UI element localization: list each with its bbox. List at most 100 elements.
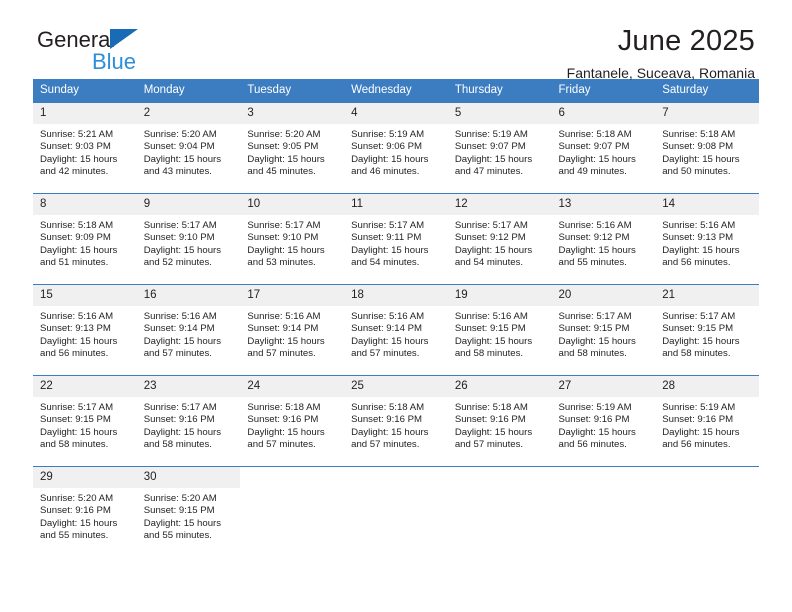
day-info-sunrise: Sunrise: 5:21 AM — [40, 129, 114, 140]
day-info-sunset: Sunset: 9:04 PM — [143, 141, 215, 153]
day-sun-info: Sunrise: 5:16 AM Sunset: 9:13 PM Daylight:… — [655, 215, 759, 270]
day-info-daylight2: and 58 minutes. — [143, 439, 212, 451]
day-info-sunrise: Sunrise: 5:18 AM — [454, 402, 528, 413]
day-cell-inner: 17 Sunrise: 5:16 AM Sunset: 9:14 PM Dayligh… — [240, 285, 345, 375]
calendar-day-cell[interactable]: 24 Sunrise: 5:18 AM Sunset: 9:16 PM Dayligh… — [240, 375, 345, 467]
day-info-sunrise: Sunrise: 5:16 AM — [351, 311, 425, 322]
day-info-sunset: Sunset: 9:12 PM — [454, 232, 526, 244]
day-cell-inner — [655, 467, 759, 557]
calendar-day-cell[interactable]: 10 Sunrise: 5:17 AM Sunset: 9:10 PM Dayligh… — [240, 193, 345, 285]
day-sun-info: Sunrise: 5:19 AM Sunset: 9:07 PM Daylight:… — [448, 124, 552, 179]
day-number: 23 — [136, 376, 241, 397]
day-info-daylight2: and 55 minutes. — [558, 257, 627, 269]
day-info-sunset: Sunset: 9:16 PM — [143, 414, 215, 426]
day-info-sunset: Sunset: 9:16 PM — [454, 414, 526, 426]
calendar-day-cell[interactable]: 6 Sunrise: 5:18 AM Sunset: 9:07 PM Daylight… — [551, 103, 656, 194]
day-number: 9 — [136, 194, 241, 215]
calendar-day-cell[interactable]: 5 Sunrise: 5:19 AM Sunset: 9:07 PM Daylight… — [447, 103, 552, 194]
day-number: 26 — [447, 376, 552, 397]
calendar-day-cell[interactable]: 14 Sunrise: 5:16 AM Sunset: 9:13 PM Dayligh… — [655, 193, 759, 285]
calendar-day-cell — [447, 466, 552, 557]
calendar-day-cell[interactable]: 4 Sunrise: 5:19 AM Sunset: 9:06 PM Daylight… — [344, 103, 448, 194]
calendar-day-cell[interactable]: 3 Sunrise: 5:20 AM Sunset: 9:05 PM Daylight… — [240, 103, 345, 194]
day-number: 4 — [344, 103, 448, 124]
calendar-day-cell[interactable]: 9 Sunrise: 5:17 AM Sunset: 9:10 PM Daylight… — [136, 193, 241, 285]
day-info-sunset: Sunset: 9:12 PM — [558, 232, 630, 244]
day-sun-info — [655, 488, 759, 493]
calendar-day-cell[interactable]: 25 Sunrise: 5:18 AM Sunset: 9:16 PM Dayligh… — [344, 375, 448, 467]
day-sun-info: Sunrise: 5:17 AM Sunset: 9:16 PM Daylight:… — [137, 397, 241, 452]
calendar-day-cell[interactable]: 18 Sunrise: 5:16 AM Sunset: 9:14 PM Dayligh… — [344, 284, 448, 376]
calendar-day-cell[interactable]: 1 Sunrise: 5:21 AM Sunset: 9:03 PM Daylight… — [33, 103, 137, 194]
calendar-day-cell[interactable]: 22 Sunrise: 5:17 AM Sunset: 9:15 PM Dayligh… — [33, 375, 137, 467]
calendar-day-cell[interactable]: 11 Sunrise: 5:17 AM Sunset: 9:11 PM Dayligh… — [344, 193, 448, 285]
day-sun-info — [448, 488, 552, 493]
day-number: 16 — [136, 285, 241, 306]
day-info-daylight1: Daylight: 15 hours — [351, 244, 429, 256]
day-cell-inner: 25 Sunrise: 5:18 AM Sunset: 9:16 PM Dayligh… — [344, 376, 448, 466]
day-info-daylight1: Daylight: 15 hours — [40, 244, 118, 256]
day-info-daylight1: Daylight: 15 hours — [247, 153, 325, 165]
day-info-daylight2: and 56 minutes. — [662, 257, 731, 269]
calendar-day-cell[interactable]: 16 Sunrise: 5:16 AM Sunset: 9:14 PM Dayligh… — [136, 284, 241, 376]
day-info-sunset: Sunset: 9:07 PM — [558, 141, 630, 153]
calendar-day-cell[interactable]: 19 Sunrise: 5:16 AM Sunset: 9:15 PM Dayligh… — [447, 284, 552, 376]
day-info-sunset: Sunset: 9:16 PM — [351, 414, 423, 426]
calendar-day-cell[interactable]: 20 Sunrise: 5:17 AM Sunset: 9:15 PM Dayligh… — [551, 284, 656, 376]
day-cell-inner: 6 Sunrise: 5:18 AM Sunset: 9:07 PM Daylight… — [551, 103, 656, 193]
day-info-daylight2: and 58 minutes. — [40, 439, 109, 451]
calendar-day-cell[interactable]: 27 Sunrise: 5:19 AM Sunset: 9:16 PM Dayligh… — [551, 375, 656, 467]
day-info-daylight1: Daylight: 15 hours — [454, 244, 533, 256]
calendar-day-cell[interactable]: 7 Sunrise: 5:18 AM Sunset: 9:08 PM Daylight… — [655, 103, 759, 194]
day-info-daylight2: and 55 minutes. — [143, 530, 212, 542]
day-number: 30 — [136, 467, 241, 488]
calendar-day-cell[interactable]: 26 Sunrise: 5:18 AM Sunset: 9:16 PM Dayligh… — [447, 375, 552, 467]
calendar-day-cell[interactable]: 13 Sunrise: 5:16 AM Sunset: 9:12 PM Dayligh… — [551, 193, 656, 285]
calendar-day-cell[interactable]: 30 Sunrise: 5:20 AM Sunset: 9:15 PM Dayligh… — [136, 466, 241, 557]
day-cell-inner: 5 Sunrise: 5:19 AM Sunset: 9:07 PM Daylight… — [447, 103, 552, 193]
calendar-day-cell[interactable]: 15 Sunrise: 5:16 AM Sunset: 9:13 PM Dayligh… — [33, 284, 137, 376]
calendar-day-cell[interactable]: 2 Sunrise: 5:20 AM Sunset: 9:04 PM Daylight… — [136, 103, 241, 194]
day-info-daylight1: Daylight: 15 hours — [351, 153, 429, 165]
day-cell-inner: 8 Sunrise: 5:18 AM Sunset: 9:09 PM Daylight… — [33, 194, 137, 284]
day-number: 27 — [551, 376, 656, 397]
day-info-sunrise: Sunrise: 5:18 AM — [351, 402, 425, 413]
day-info-sunrise: Sunrise: 5:16 AM — [247, 311, 321, 322]
day-sun-info: Sunrise: 5:17 AM Sunset: 9:15 PM Daylight:… — [655, 306, 759, 361]
day-info-daylight2: and 57 minutes. — [247, 348, 316, 360]
day-info-sunset: Sunset: 9:16 PM — [662, 414, 734, 426]
triangle-icon — [110, 29, 138, 49]
day-sun-info: Sunrise: 5:17 AM Sunset: 9:10 PM Daylight:… — [137, 215, 241, 270]
day-cell-inner: 22 Sunrise: 5:17 AM Sunset: 9:15 PM Dayligh… — [33, 376, 137, 466]
calendar-week-row: 22 Sunrise: 5:17 AM Sunset: 9:15 PM Dayligh… — [33, 375, 759, 467]
day-info-sunrise: Sunrise: 5:17 AM — [247, 220, 321, 231]
calendar-day-cell[interactable]: 12 Sunrise: 5:17 AM Sunset: 9:12 PM Dayligh… — [447, 193, 552, 285]
calendar-day-cell — [344, 466, 448, 557]
calendar-day-cell[interactable]: 17 Sunrise: 5:16 AM Sunset: 9:14 PM Dayligh… — [240, 284, 345, 376]
day-sun-info: Sunrise: 5:17 AM Sunset: 9:15 PM Daylight:… — [33, 397, 137, 452]
calendar-day-cell[interactable]: 29 Sunrise: 5:20 AM Sunset: 9:16 PM Dayligh… — [33, 466, 137, 557]
day-cell-inner — [448, 467, 552, 557]
day-info-sunrise: Sunrise: 5:17 AM — [662, 311, 736, 322]
day-number: 14 — [655, 194, 759, 215]
day-number: 21 — [655, 285, 759, 306]
day-info-daylight1: Daylight: 15 hours — [143, 153, 222, 165]
day-info-daylight1: Daylight: 15 hours — [662, 426, 740, 438]
calendar-week-row: 29 Sunrise: 5:20 AM Sunset: 9:16 PM Dayligh… — [33, 466, 759, 557]
calendar-day-cell[interactable]: 23 Sunrise: 5:17 AM Sunset: 9:16 PM Dayligh… — [136, 375, 241, 467]
day-cell-inner: 16 Sunrise: 5:16 AM Sunset: 9:14 PM Dayligh… — [136, 285, 241, 375]
day-info-sunrise: Sunrise: 5:16 AM — [143, 311, 217, 322]
day-info-sunset: Sunset: 9:09 PM — [40, 232, 111, 244]
day-info-sunrise: Sunrise: 5:19 AM — [558, 402, 632, 413]
day-info-daylight2: and 57 minutes. — [351, 348, 420, 360]
calendar-day-cell[interactable]: 8 Sunrise: 5:18 AM Sunset: 9:09 PM Daylight… — [33, 193, 137, 285]
calendar-day-cell[interactable]: 21 Sunrise: 5:17 AM Sunset: 9:15 PM Dayligh… — [655, 284, 759, 376]
brand-logo[interactable]: General Blue — [37, 28, 267, 80]
day-number — [240, 467, 344, 488]
day-number: 25 — [344, 376, 448, 397]
day-info-sunset: Sunset: 9:13 PM — [40, 323, 111, 335]
day-info-sunset: Sunset: 9:16 PM — [558, 414, 630, 426]
day-number: 17 — [240, 285, 345, 306]
calendar-day-cell[interactable]: 28 Sunrise: 5:19 AM Sunset: 9:16 PM Dayligh… — [655, 375, 759, 467]
calendar-week-row: 8 Sunrise: 5:18 AM Sunset: 9:09 PM Daylight… — [33, 193, 759, 285]
